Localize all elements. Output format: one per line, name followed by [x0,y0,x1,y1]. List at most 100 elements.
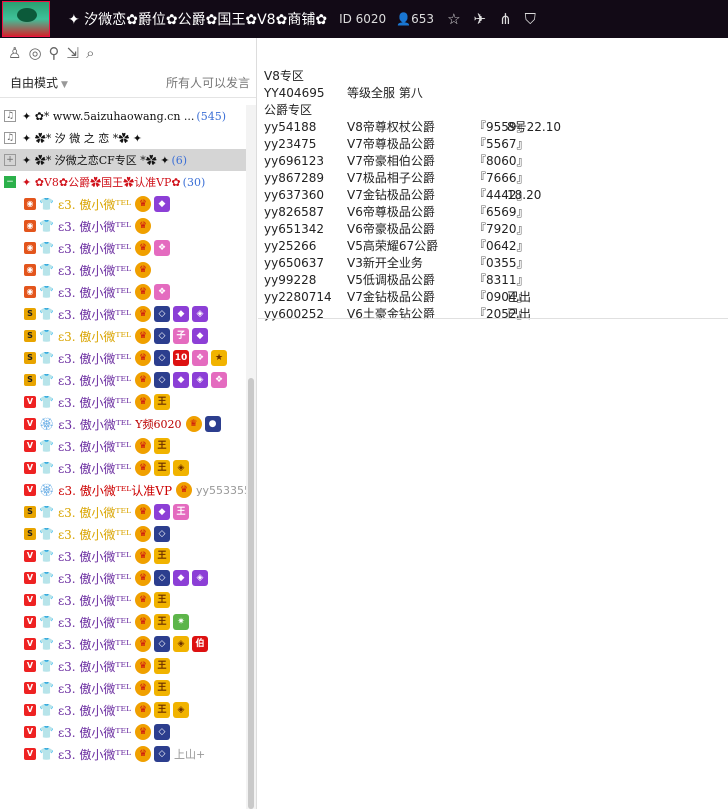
crown-icon: ♛ [135,526,152,542]
music-icon: ♫ [4,110,16,122]
king-icon: 王 [154,702,171,718]
channel-group[interactable]: − ✦ ✿V8✿公爵✿国王✿认准VP✿ (30) [0,171,247,193]
crown-icon: ♛ [135,614,152,630]
shirt-icon: 👕 [39,395,54,409]
notice-cell: 『8311』 [474,273,529,287]
user-row[interactable]: V 👕 ε3. 傲小微ᵀᴱᴸ ♛ 王 [0,435,247,457]
notice-cell: YY404695 [264,86,325,100]
earl-icon: 伯 [192,636,209,652]
collapse-icon[interactable]: − [4,176,16,188]
notice-cell: 『0355』 [474,256,529,270]
v-badge-icon: V [24,572,36,584]
user-row[interactable]: V 👕 ε3. 傲小微ᵀᴱᴸ ♛ ◇ 上山+ [0,743,247,765]
user-row[interactable]: V 👕 ε3. 傲小微ᵀᴱᴸ ♛ 王 [0,589,247,611]
notice-line: YY404695 等级全服 第八 [264,85,726,102]
medal-icon: ◆ [154,504,171,520]
user-row[interactable]: S 👕 ε3. 傲小微ᵀᴱᴸ ♛ ◆ 王 [0,501,247,523]
user-row[interactable]: V 🏵 ε3. 傲小微ᵀᴱᴸ Y频6020 ♛ ● [0,413,247,435]
shirt-icon: 👕 [39,637,54,651]
v-badge-icon: V [24,726,36,738]
rank-icon: ◇ [154,746,171,762]
shirt-icon: 👕 [39,307,54,321]
user-row[interactable]: V 👕 ε3. 傲小微ᵀᴱᴸ ♛ 王 ◈ [0,699,247,721]
notice-cell: yy54188 [264,120,317,134]
channel-header: ✦ 汐微恋✿爵位✿公爵✿国王✿V8✿商铺✿ ID 6020 👤653 ☆ ✈ ⋔… [0,0,728,38]
crown-icon: ♛ [135,724,152,740]
channel-group-selected[interactable]: + ✦ ✿* 汐微之恋CF专区 *✿ ✦ (6) [0,149,247,171]
notice-line: yy99228 V5低调极品公爵 『8311』 [264,272,726,289]
gift-icon: ❖ [154,240,171,256]
channel-group[interactable]: ♫ ✦ ✿* www.5aizuhaowang.cn ... (545) [0,105,247,127]
expand-icon[interactable]: + [4,154,16,166]
user-row[interactable]: S 👕 ε3. 傲小微ᵀᴱᴸ ♛ ◇ 子 ◆ [0,325,247,347]
notice-line: yy650637 V3新开全业务 『0355』 [264,255,726,272]
user-row[interactable]: V 👕 ε3. 傲小微ᵀᴱᴸ ♛ 王 [0,391,247,413]
eagle-icon: ♛ [135,306,152,322]
shield-icon[interactable]: ⛉ [525,10,536,28]
export-icon[interactable]: ⇲ [67,44,80,62]
user-row[interactable]: V 👕 ε3. 傲小微ᵀᴱᴸ ♛ ◇ ◆ ◈ [0,567,247,589]
person-icon[interactable]: ♙ [8,44,21,62]
gift-icon: ❖ [192,350,209,366]
channel-tree-panel: ♙ ◎ ⚲ ⇲ ⌕ 自由模式 ▼ 所有人可以发言 ♫ ✦ ✿* www.5aizuh… [0,38,257,809]
user-row[interactable]: ◉ 👕 ε3. 傲小微ᵀᴱᴸ ♛ ❖ [0,281,247,303]
v-badge-icon: V [24,660,36,672]
s-badge-icon: S [24,528,36,540]
s-badge-icon: S [24,330,36,342]
level-badge-icon: ◉ [24,198,36,210]
notice-cell: 8号22.10 [507,120,561,134]
shirt-icon: 👕 [39,373,54,387]
speak-permission: 所有人可以发言 [165,76,250,90]
user-row[interactable]: ◉ 👕 ε3. 傲小微ᵀᴱᴸ ♛ ❖ [0,237,247,259]
crown-icon: ♛ [135,438,152,454]
user-row[interactable]: V 👕 ε3. 傲小微ᵀᴱᴸ ♛ 王 [0,677,247,699]
channel-group[interactable]: ♫ ✦ ✿* 汐 微 之 恋 *✿ ✦ [0,127,247,149]
shirt-icon: 👕 [39,725,54,739]
user-icon: 👤 [396,12,412,26]
s-badge-icon: S [24,352,36,364]
v-badge-icon: V [24,616,36,628]
crown-icon: ♛ [135,284,152,300]
shirt-icon: 👕 [39,703,54,717]
user-row[interactable]: V 👕 ε3. 傲小微ᵀᴱᴸ ♛ ◇ [0,721,247,743]
notice-line: yy2280714 V7金钻极品公爵 『0904』 已出 [264,289,726,306]
shirt-icon: 👕 [39,747,54,761]
notice-cell: 『7666』 [474,171,529,185]
user-row[interactable]: S 👕 ε3. 傲小微ᵀᴱᴸ ♛ ◇ ◆ ◈ [0,303,247,325]
user-row[interactable]: V 👕 ε3. 傲小微ᵀᴱᴸ ♛ 王 ◈ [0,457,247,479]
user-row[interactable]: ◉ 👕 ε3. 傲小微ᵀᴱᴸ ♛ [0,215,247,237]
user-row[interactable]: ◉ 👕 ε3. 傲小微ᵀᴱᴸ ♛ ◆ [0,193,247,215]
user-row[interactable]: V 👕 ε3. 傲小微ᵀᴱᴸ ♛ ◇ ◈ 伯 [0,633,247,655]
star-icon[interactable]: ☆ [447,10,460,28]
user-row[interactable]: ◉ 👕 ε3. 傲小微ᵀᴱᴸ ♛ [0,259,247,281]
scrollbar-thumb[interactable] [248,378,254,809]
channel-id: ID 6020 [339,12,387,26]
crown-icon: ♛ [135,636,152,652]
king-icon: 王 [154,658,171,674]
user-row[interactable]: V 🏵 ε3. 傲小微ᵀᴱᴸ认准VP ♛ yy553355 [0,479,247,501]
medal-icon: ◆ [192,328,209,344]
plane-icon[interactable]: ✈ [474,10,487,28]
notice-line: yy54188 V8帝尊权杖公爵 『9559』 8号22.10 [264,119,726,136]
mode-selector[interactable]: 自由模式 ▼ [10,74,68,91]
king-icon: 王 [154,548,171,564]
search-icon[interactable]: ⌕ [86,44,94,62]
rank-icon: ◇ [154,636,171,652]
location-icon[interactable]: ⚲ [49,44,60,62]
crown-icon: ♛ [185,416,202,432]
user-row[interactable]: V 👕 ε3. 傲小微ᵀᴱᴸ ♛ 王 [0,655,247,677]
chat-icon[interactable]: ◎ [28,44,41,62]
user-row[interactable]: S 👕 ε3. 傲小微ᵀᴱᴸ ♛ ◇ ◆ ◈ ❖ [0,369,247,391]
channel-logo[interactable] [2,1,50,37]
user-row[interactable]: V 👕 ε3. 傲小微ᵀᴱᴸ ♛ 王 ✷ [0,611,247,633]
rank-icon: ◇ [154,328,171,344]
notice-cell: V3新开全业务 [347,256,423,270]
share-icon[interactable]: ⋔ [499,10,512,28]
notice-cell: V7帝尊极品公爵 [347,137,435,151]
star-badge-icon: ★ [211,350,228,366]
notice-cell: 18.20 [507,188,542,202]
user-row[interactable]: S 👕 ε3. 傲小微ᵀᴱᴸ ♛ ◇ [0,523,247,545]
notice-cell: V5低调极品公爵 [347,273,435,287]
user-row[interactable]: V 👕 ε3. 傲小微ᵀᴱᴸ ♛ 王 [0,545,247,567]
user-row[interactable]: S 👕 ε3. 傲小微ᵀᴱᴸ ♛ ◇ 10 ❖ ★ [0,347,247,369]
